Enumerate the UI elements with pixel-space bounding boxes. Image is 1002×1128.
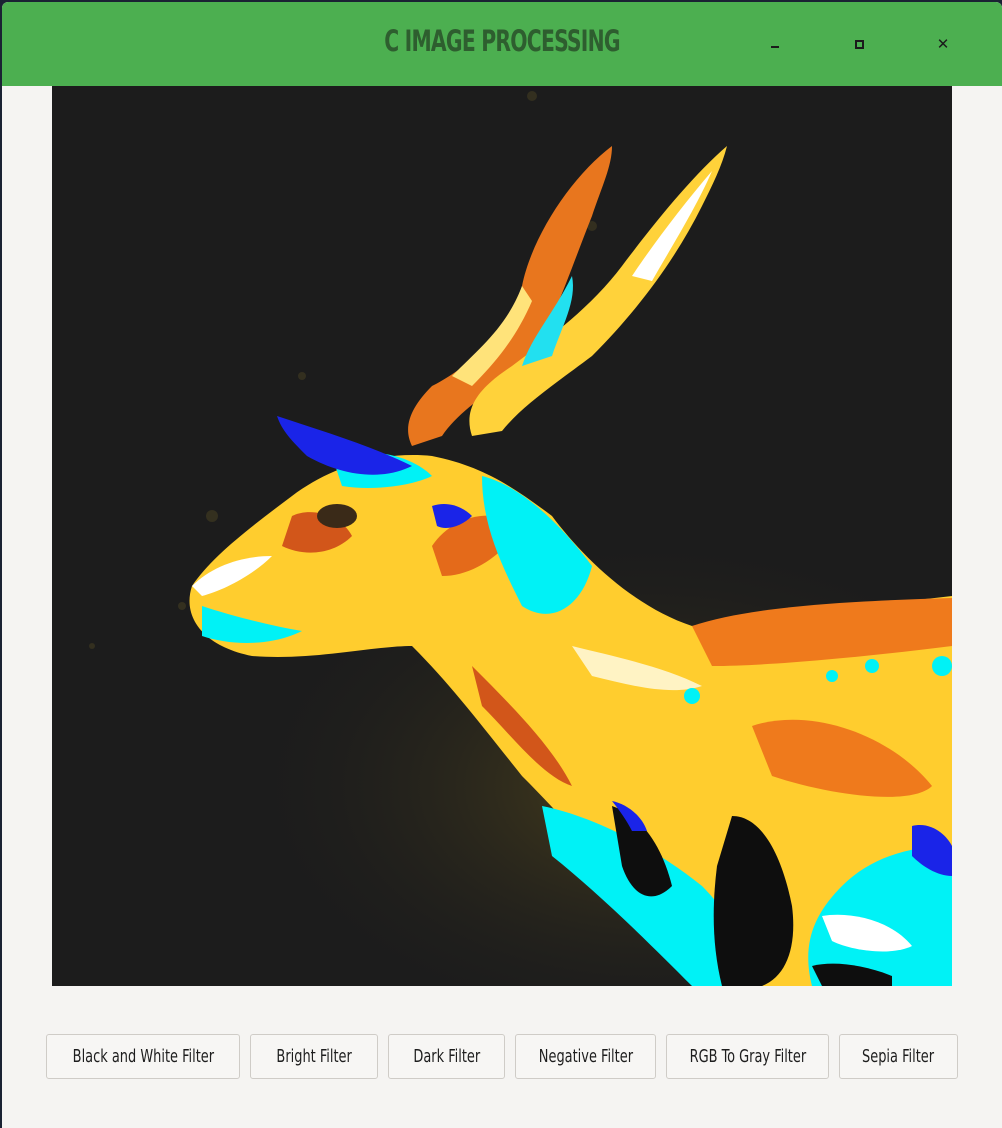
- image-preview: [52, 86, 952, 986]
- dark-filter-button[interactable]: Dark Filter: [388, 1034, 505, 1079]
- rgb-to-gray-filter-button[interactable]: RGB To Gray Filter: [666, 1034, 829, 1079]
- bright-filter-button[interactable]: Bright Filter: [250, 1034, 378, 1079]
- negative-filter-button[interactable]: Negative Filter: [515, 1034, 656, 1079]
- bright-filter-label: Bright Filter: [276, 1046, 352, 1067]
- minimize-icon: [771, 46, 779, 48]
- maximize-icon: [854, 39, 864, 49]
- rgb-to-gray-filter-label: RGB To Gray Filter: [689, 1046, 806, 1067]
- app-window: C IMAGE PROCESSING ✕ Black and White Fil…: [2, 2, 1002, 1128]
- close-icon: ✕: [936, 34, 950, 53]
- close-button[interactable]: ✕: [929, 30, 957, 58]
- title-bar[interactable]: C IMAGE PROCESSING ✕: [2, 2, 1002, 86]
- black-and-white-filter-button[interactable]: Black and White Filter: [46, 1034, 240, 1079]
- minimize-button[interactable]: [761, 30, 789, 58]
- sepia-filter-label: Sepia Filter: [862, 1046, 935, 1067]
- dark-filter-label: Dark Filter: [413, 1046, 480, 1067]
- sepia-filter-button[interactable]: Sepia Filter: [839, 1034, 958, 1079]
- antelope-image: [52, 86, 952, 986]
- black-and-white-filter-label: Black and White Filter: [72, 1046, 214, 1067]
- negative-filter-label: Negative Filter: [538, 1046, 633, 1067]
- maximize-button[interactable]: [845, 30, 873, 58]
